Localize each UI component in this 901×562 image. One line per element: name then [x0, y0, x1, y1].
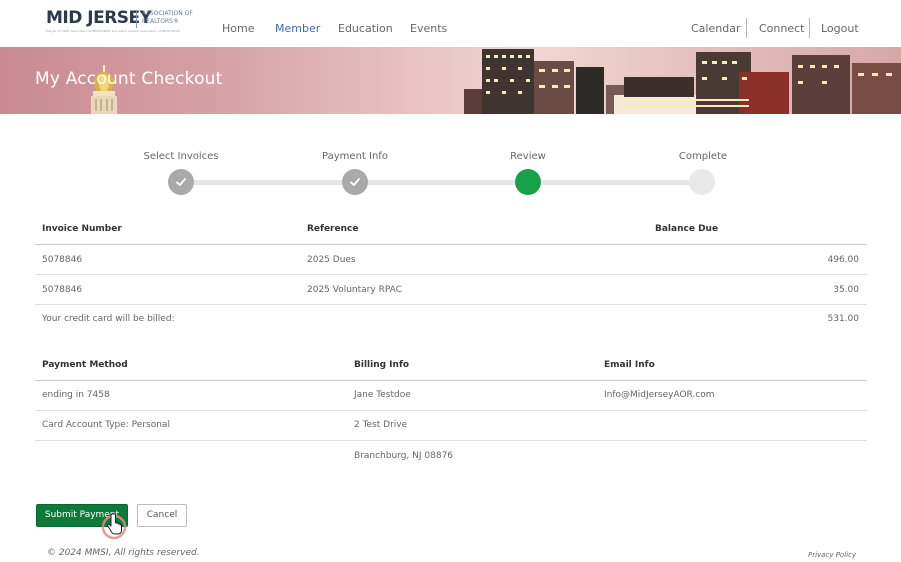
nav-logout[interactable]: Logout	[821, 22, 859, 35]
column-header-reference: Reference	[307, 224, 359, 234]
nav-connect[interactable]: Connect	[759, 22, 804, 35]
checkmark-icon	[176, 178, 186, 186]
step-label-review: Review	[510, 151, 546, 162]
step-indicator-payment-info	[342, 169, 368, 195]
step-indicator-complete	[689, 169, 715, 195]
nav-divider	[746, 18, 747, 38]
billing-city-text: Branchburg, NJ 08876	[354, 451, 454, 461]
table-divider	[35, 410, 867, 411]
invoice-balance-cell: 496.00	[827, 255, 860, 265]
step-indicator-review	[515, 169, 541, 195]
step-label-complete: Complete	[678, 151, 728, 162]
logo-tagline: Merger of CSRE Association of REALTORS® …	[46, 29, 181, 33]
nav-home[interactable]: Home	[222, 22, 254, 35]
column-header-invoice-number: Invoice Number	[42, 224, 122, 234]
mid-jersey-logo[interactable]: MID JERSEY ASSOCIATION OF REALTORS® Merg…	[46, 8, 206, 36]
invoice-reference-cell: 2025 Voluntary RPAC	[307, 285, 402, 295]
table-divider	[35, 380, 867, 381]
column-header-balance-due: Balance Due	[655, 224, 719, 234]
copyright-text: © 2024 MMSI, All rights reserved.	[47, 548, 200, 558]
table-divider	[35, 244, 867, 245]
email-info-text: Info@MidJerseyAOR.com	[604, 390, 715, 400]
nav-events[interactable]: Events	[410, 22, 447, 35]
hand-pointer-cursor-icon	[101, 513, 127, 540]
checkout-progress-track	[181, 180, 703, 185]
nav-calendar[interactable]: Calendar	[691, 22, 740, 35]
city-skyline-illustration	[464, 49, 901, 114]
page-banner: My Account Checkout	[0, 47, 901, 114]
invoice-number-cell: 5078846	[42, 285, 83, 295]
billing-total-value: 531.00	[827, 314, 860, 324]
nav-member[interactable]: Member	[275, 22, 320, 35]
logo-association-text: ASSOCIATION OF REALTORS®	[142, 10, 193, 25]
column-header-billing-info: Billing Info	[354, 360, 410, 370]
card-account-type-text: Card Account Type: Personal	[42, 420, 170, 430]
cancel-button[interactable]: Cancel	[137, 504, 187, 527]
step-indicator-select-invoices	[168, 169, 194, 195]
billing-total-label: Your credit card will be billed:	[42, 314, 175, 324]
column-header-email-info: Email Info	[604, 360, 655, 370]
invoice-balance-cell: 35.00	[833, 285, 859, 295]
billing-street-text: 2 Test Drive	[354, 420, 408, 430]
billing-name-text: Jane Testdoe	[354, 390, 411, 400]
privacy-policy-link[interactable]: Privacy Policy	[808, 551, 856, 559]
step-label-select-invoices: Select Invoices	[143, 151, 219, 162]
table-divider	[35, 304, 867, 305]
invoice-reference-cell: 2025 Dues	[307, 255, 356, 265]
table-divider	[35, 274, 867, 275]
logo-divider	[136, 10, 137, 28]
page-title: My Account Checkout	[35, 69, 223, 89]
card-ending-text: ending in 7458	[42, 390, 110, 400]
step-label-payment-info: Payment Info	[322, 151, 388, 162]
top-navigation-bar: MID JERSEY ASSOCIATION OF REALTORS® Merg…	[0, 0, 901, 47]
nav-education[interactable]: Education	[338, 22, 393, 35]
invoice-number-cell: 5078846	[42, 255, 83, 265]
checkmark-icon	[350, 178, 360, 186]
column-header-payment-method: Payment Method	[42, 360, 128, 370]
nav-divider	[809, 18, 810, 38]
table-divider	[35, 440, 867, 441]
